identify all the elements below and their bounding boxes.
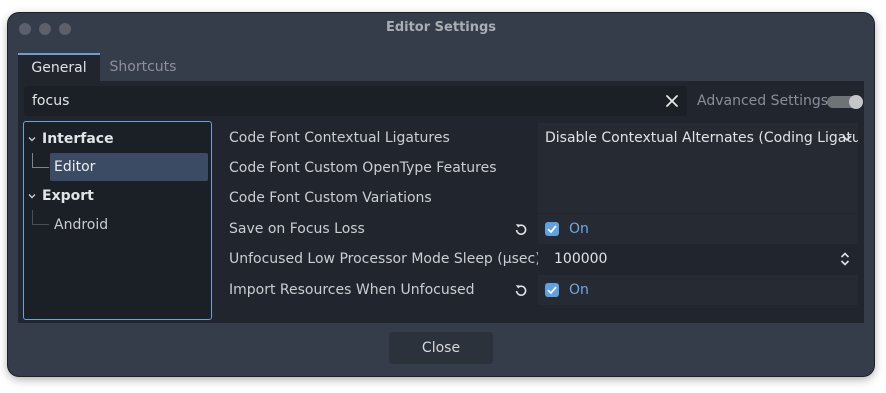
opentype-features-field[interactable]: [538, 153, 858, 183]
checkbox-label: On: [569, 221, 589, 237]
spinner-arrows-icon[interactable]: [840, 251, 850, 267]
tab-shortcuts[interactable]: Shortcuts: [100, 53, 186, 81]
close-button[interactable]: Close: [389, 332, 493, 364]
custom-variations-field[interactable]: [538, 183, 858, 213]
property-row: Unfocused Low Processor Mode Sleep (µsec…: [218, 244, 864, 274]
section-tree: Interface Editor Export Android: [23, 121, 212, 320]
property-row: Code Font Contextual Ligatures Disable C…: [218, 123, 864, 153]
property-name: Code Font Custom OpenType Features: [229, 160, 497, 176]
spinbox-value: 100000: [554, 251, 608, 267]
property-row: Code Font Custom OpenType Features: [218, 153, 864, 183]
tab-general[interactable]: General: [18, 53, 100, 81]
property-row: Import Resources When Unfocused On: [218, 275, 864, 305]
advanced-settings-label: Advanced Settings: [697, 93, 829, 109]
chevron-down-icon[interactable]: [28, 192, 36, 200]
chevron-down-icon: [842, 135, 852, 142]
sleep-spinbox[interactable]: 100000: [538, 244, 858, 274]
editor-settings-window: Editor Settings General Shortcuts focus …: [8, 13, 874, 376]
tree-item-label: Interface: [42, 131, 114, 147]
title-bar[interactable]: Editor Settings: [8, 13, 874, 43]
property-row: Code Font Custom Variations: [218, 183, 864, 213]
property-name: Unfocused Low Processor Mode Sleep (µsec…: [229, 251, 541, 267]
chevron-down-icon[interactable]: [28, 135, 36, 143]
contextual-ligatures-dropdown[interactable]: Disable Contextual Alternates (Coding Li…: [538, 123, 858, 153]
advanced-settings-toggle[interactable]: [827, 95, 863, 109]
property-name: Save on Focus Loss: [229, 221, 365, 237]
import-when-unfocused-checkbox[interactable]: On: [538, 275, 858, 305]
checkbox-checked-icon: [545, 283, 559, 297]
tree-item-label: Android: [54, 217, 109, 233]
revert-icon[interactable]: [514, 222, 528, 236]
checkbox-label: On: [569, 282, 589, 298]
window-title: Editor Settings: [385, 20, 497, 35]
tree-connector: [32, 167, 49, 168]
tree-connector: [32, 153, 33, 168]
search-input[interactable]: focus: [24, 86, 687, 116]
property-list: Code Font Contextual Ligatures Disable C…: [218, 121, 864, 320]
revert-icon[interactable]: [514, 283, 528, 297]
tree-connector: [32, 224, 49, 225]
checkbox-checked-icon: [545, 222, 559, 236]
property-name: Code Font Custom Variations: [229, 190, 432, 206]
tree-connector: [32, 210, 33, 225]
search-value: focus: [32, 93, 70, 109]
tree-item-android[interactable]: Android: [50, 211, 208, 239]
property-row: Save on Focus Loss On: [218, 214, 864, 244]
toggle-knob: [849, 95, 863, 109]
tree-item-label: Editor: [54, 159, 96, 175]
tree-item-interface[interactable]: Interface: [24, 125, 210, 153]
property-name: Code Font Contextual Ligatures: [229, 130, 450, 146]
property-name: Import Resources When Unfocused: [229, 282, 475, 298]
settings-panel: focus Advanced Settings Interface Editor: [18, 81, 864, 323]
tree-item-editor[interactable]: Editor: [50, 153, 208, 181]
close-icon[interactable]: [665, 94, 679, 108]
save-on-focus-loss-checkbox[interactable]: On: [538, 214, 858, 244]
tree-item-export[interactable]: Export: [24, 182, 210, 210]
dropdown-value: Disable Contextual Alternates (Coding Li…: [545, 130, 858, 146]
tree-item-label: Export: [42, 188, 94, 204]
